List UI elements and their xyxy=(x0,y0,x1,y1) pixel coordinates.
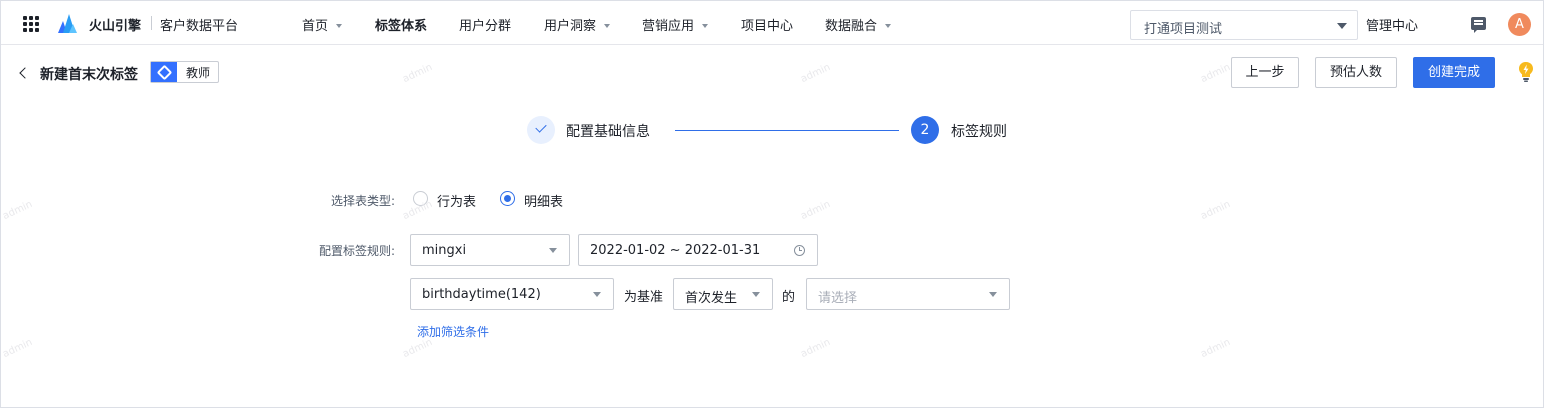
radio-behavior-table-label[interactable]: 行为表 xyxy=(437,191,476,210)
tag-chip: 教师 xyxy=(150,61,220,83)
app-grid-icon[interactable] xyxy=(23,16,39,32)
step-connector xyxy=(675,130,899,131)
date-range-value: 2022-01-02 ~ 2022-01-31 xyxy=(590,243,761,258)
nav-user-insight[interactable]: 用户洞察 xyxy=(544,15,611,34)
caret-down-icon xyxy=(1337,23,1347,29)
add-filter-link[interactable]: 添加筛选条件 xyxy=(417,323,489,340)
chevron-down-icon xyxy=(702,23,709,28)
message-icon[interactable] xyxy=(1471,17,1486,33)
project-select[interactable]: 打通项目测试 xyxy=(1130,10,1358,40)
prev-step-button[interactable]: 上一步 xyxy=(1231,57,1299,88)
step-2-number: 2 xyxy=(911,116,939,144)
product-name: 客户数据平台 xyxy=(160,19,239,34)
table-type-label: 选择表类型: xyxy=(330,194,395,208)
nav-marketing[interactable]: 营销应用 xyxy=(642,15,709,34)
top-navbar: 火山引擎 客户数据平台 首页 标签体系 用户分群 用户洞察 营销应用 项目中心 … xyxy=(1,1,1543,45)
radio-detail-table[interactable] xyxy=(500,191,515,206)
basis-text: 为基准 xyxy=(624,290,664,305)
caret-down-icon xyxy=(549,248,557,253)
of-text: 的 xyxy=(782,290,796,305)
nav-tag-system[interactable]: 标签体系 xyxy=(375,15,427,34)
page-title: 新建首末次标签 xyxy=(40,67,138,83)
table-select[interactable]: mingxi xyxy=(410,234,570,266)
occurrence-select-value: 首次发生 xyxy=(685,291,738,306)
chevron-down-icon xyxy=(336,23,343,28)
back-arrow-icon[interactable] xyxy=(18,66,30,80)
clock-icon xyxy=(794,245,805,256)
field-select-value: birthdaytime(142) xyxy=(422,287,541,302)
nav-user-segments[interactable]: 用户分群 xyxy=(459,15,511,34)
tag-cube-icon xyxy=(151,62,177,82)
value-select[interactable]: 请选择 xyxy=(806,278,1010,310)
rule-config-label: 配置标签规则: xyxy=(318,244,395,258)
occurrence-select[interactable]: 首次发生 xyxy=(673,278,773,310)
step-done-check-icon xyxy=(527,116,555,144)
nav-data-fusion[interactable]: 数据融合 xyxy=(825,15,892,34)
date-range-picker[interactable]: 2022-01-02 ~ 2022-01-31 xyxy=(578,234,818,266)
lightbulb-icon[interactable] xyxy=(1518,61,1534,83)
avatar[interactable]: A xyxy=(1508,13,1531,36)
field-select[interactable]: birthdaytime(142) xyxy=(410,278,614,310)
estimate-count-button[interactable]: 预估人数 xyxy=(1315,57,1397,88)
tag-chip-label: 教师 xyxy=(186,65,211,80)
step-2-label: 标签规则 xyxy=(951,124,1007,140)
admin-center-link[interactable]: 管理中心 xyxy=(1366,15,1418,34)
create-complete-button[interactable]: 创建完成 xyxy=(1413,57,1495,88)
chevron-down-icon xyxy=(604,23,611,28)
step-1-label: 配置基础信息 xyxy=(566,124,650,140)
volcano-logo-icon xyxy=(58,14,77,33)
brand-name: 火山引擎 xyxy=(89,19,142,34)
table-select-value: mingxi xyxy=(422,243,467,258)
radio-behavior-table[interactable] xyxy=(413,191,428,206)
caret-down-icon xyxy=(752,292,760,297)
app-frame xyxy=(0,0,1544,408)
nav-home[interactable]: 首页 xyxy=(302,15,343,34)
project-select-value: 打通项目测试 xyxy=(1144,22,1223,37)
radio-detail-table-label[interactable]: 明细表 xyxy=(524,191,563,210)
nav-project-center[interactable]: 项目中心 xyxy=(741,15,793,34)
caret-down-icon xyxy=(989,292,997,297)
caret-down-icon xyxy=(593,292,601,297)
brand-divider xyxy=(151,16,152,30)
chevron-down-icon xyxy=(885,23,892,28)
value-select-placeholder: 请选择 xyxy=(818,291,858,306)
